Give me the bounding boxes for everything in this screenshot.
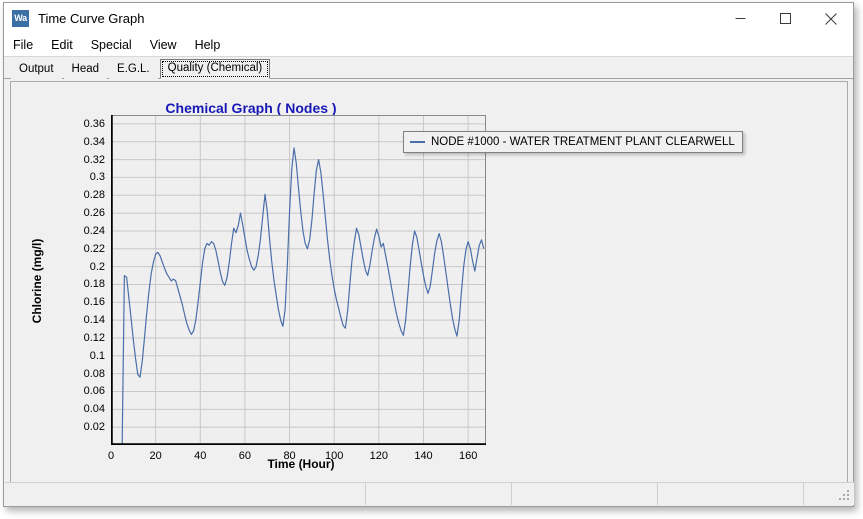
x-tick-label: 0 <box>107 450 115 462</box>
legend-series-label: NODE #1000 - WATER TREATMENT PLANT CLEAR… <box>431 136 735 148</box>
minimize-button[interactable] <box>718 3 763 34</box>
graph-panel: Chemical Graph ( Nodes ) Chlorine (mg/l)… <box>10 81 848 484</box>
close-button[interactable] <box>808 3 853 34</box>
plot-area: 0.02 0.04 0.06 0.08 0.1 0.12 0.14 0.16 0.18 0.2 0.… <box>84 114 487 462</box>
grip-dot <box>847 494 849 496</box>
menu-item-special[interactable]: Special <box>91 36 141 54</box>
grip-dot <box>839 498 841 500</box>
tab-quality-chemical[interactable]: Quality (Chemical) <box>159 59 271 79</box>
window-controls <box>718 3 853 34</box>
y-tick-label: 0.24 <box>83 224 105 237</box>
watercad-app-icon: Wa <box>12 10 29 27</box>
y-tick-label: 0.26 <box>83 207 105 220</box>
menu-item-file[interactable]: File <box>13 36 42 54</box>
y-tick-label: 0.3 <box>89 171 105 184</box>
close-icon <box>824 12 837 25</box>
y-tick-label: 0.34 <box>83 135 105 148</box>
menu-item-help[interactable]: Help <box>195 36 230 54</box>
maximize-icon <box>780 13 791 24</box>
window-title: Time Curve Graph <box>38 11 145 26</box>
grip-dot <box>847 490 849 492</box>
grip-dot <box>843 494 845 496</box>
tab-output[interactable]: Output <box>11 60 62 79</box>
menu-item-view[interactable]: View <box>150 36 186 54</box>
y-tick-label: 0.16 <box>83 296 105 309</box>
chart-canvas <box>106 114 487 450</box>
y-tick-label: 0.12 <box>83 331 105 344</box>
x-tick-label: 80 <box>283 450 296 462</box>
y-tick-label: 0.14 <box>83 314 105 327</box>
y-axis-title: Chlorine (mg/l) <box>30 238 44 324</box>
y-tick-label: 0.08 <box>83 367 105 380</box>
x-tick-label: 60 <box>238 450 252 462</box>
x-tick-label: 100 <box>325 450 344 462</box>
status-panel-1 <box>5 483 366 505</box>
y-tick-label: 0.2 <box>89 260 105 273</box>
y-tick-label: 0.18 <box>83 278 105 291</box>
x-tick-label: 160 <box>458 450 478 462</box>
x-tick-label: 20 <box>149 450 162 462</box>
y-tick-label: 0.32 <box>83 153 105 166</box>
x-tick-label: 120 <box>369 450 389 462</box>
menu-bar: File Edit Special View Help <box>4 34 853 57</box>
status-panel-3 <box>512 483 658 505</box>
y-tick-label: 0.04 <box>83 403 105 416</box>
menu-item-edit[interactable]: Edit <box>51 36 82 54</box>
grip-dot <box>847 498 849 500</box>
tab-e-g-l[interactable]: E.G.L. <box>109 60 158 79</box>
status-panel-4 <box>658 483 804 505</box>
resize-grip[interactable] <box>839 490 852 503</box>
maximize-button[interactable] <box>763 3 808 34</box>
y-tick-label: 0.06 <box>83 385 105 398</box>
minimize-icon <box>735 18 746 19</box>
x-axis-title: Time (Hour) <box>267 457 335 471</box>
chart-title: Chemical Graph ( Nodes ) <box>165 100 337 116</box>
grip-dot <box>843 498 845 500</box>
status-bar <box>5 482 854 505</box>
application-window: Wa Time Curve Graph File Edit Special Vi… <box>3 2 854 507</box>
title-bar: Wa Time Curve Graph <box>4 3 853 34</box>
status-panel-2 <box>366 483 512 505</box>
legend-line-swatch <box>410 141 425 143</box>
chart-legend: NODE #1000 - WATER TREATMENT PLANT CLEAR… <box>403 131 743 153</box>
y-tick-label: 0.1 <box>89 349 105 362</box>
x-tick-label: 140 <box>414 450 433 462</box>
y-tick-label: 0.02 <box>83 421 105 434</box>
tab-head[interactable]: Head <box>63 60 108 79</box>
y-tick-label: 0.28 <box>83 189 105 202</box>
x-tick-label: 40 <box>194 450 207 462</box>
tab-strip: Output Head E.G.L. Quality (Chemical) <box>4 57 853 79</box>
y-tick-label: 0.22 <box>83 242 105 255</box>
y-tick-label: 0.36 <box>83 117 105 130</box>
